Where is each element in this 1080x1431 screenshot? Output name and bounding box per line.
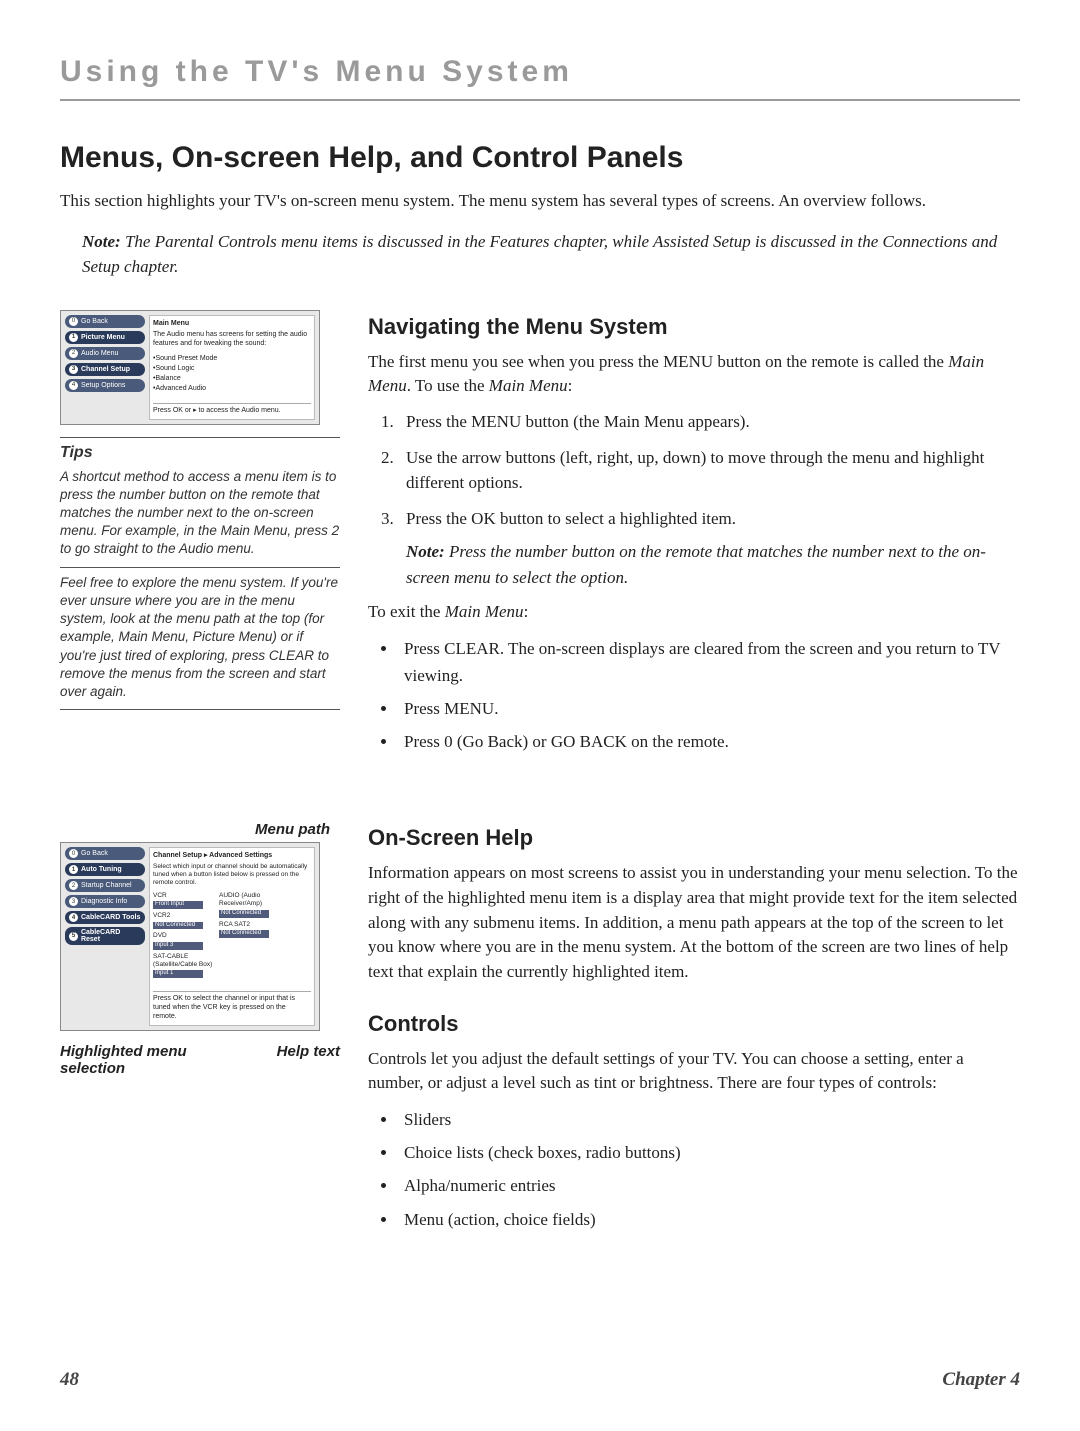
nav-num: 4 xyxy=(69,381,78,390)
controls-body: Controls let you adjust the default sett… xyxy=(368,1047,1020,1096)
nav-num: 5 xyxy=(69,932,78,941)
tv-menu-item: •Balance xyxy=(153,374,311,383)
nav-label: Diagnostic Info xyxy=(81,898,127,905)
top-note: Note: The Parental Controls menu items i… xyxy=(82,229,1020,280)
tv2-value: Not Connected xyxy=(219,930,269,938)
nav-num: 2 xyxy=(69,881,78,890)
tv-menu-desc: The Audio menu has screens for setting t… xyxy=(153,330,311,348)
exit-intro: To exit the Main Menu: xyxy=(368,600,1020,625)
tv-menu-title: Main Menu xyxy=(153,319,311,328)
nav-num: 1 xyxy=(69,333,78,342)
tv-menu-footer: Press OK to select the channel or input … xyxy=(153,991,311,1021)
chapter-header: Using the TV's Menu System xyxy=(60,55,1020,101)
page-title: Menus, On-screen Help, and Control Panel… xyxy=(60,141,1020,175)
steps-list: Press the MENU button (the Main Menu app… xyxy=(398,409,1020,590)
nav-num: 0 xyxy=(69,317,78,326)
annotation-highlighted: Highlighted menu selection xyxy=(60,1043,200,1077)
tv2-label: VCR2 xyxy=(153,912,213,920)
control-type: Choice lists (check boxes, radio buttons… xyxy=(398,1139,1020,1166)
onscreen-help-body: Information appears on most screens to a… xyxy=(368,861,1020,984)
nav-num: 2 xyxy=(69,349,78,358)
tv2-label: AUDIO (Audio Receiver/Amp) xyxy=(219,892,279,909)
nav-label: Startup Channel xyxy=(81,882,132,889)
nav-num: 4 xyxy=(69,913,78,922)
nav-label: Picture Menu xyxy=(81,334,125,341)
step-3: Press the OK button to select a highligh… xyxy=(398,506,1020,591)
tv2-label: RCA SAT2 xyxy=(219,921,279,929)
tv2-value: Front Input xyxy=(153,901,203,909)
onscreen-help-heading: On-Screen Help xyxy=(368,825,1020,851)
nav-label: Go Back xyxy=(81,850,108,857)
nav-num: 1 xyxy=(69,865,78,874)
tv-menu-title: Channel Setup ▸ Advanced Settings xyxy=(153,851,311,860)
nav-label: CableCARD Reset xyxy=(81,929,141,943)
tv-menu-item: •Sound Preset Mode xyxy=(153,354,311,363)
tv2-label: SAT-CABLE (Satellite/Cable Box) xyxy=(153,953,213,970)
nav-label: CableCARD Tools xyxy=(81,914,140,921)
nav-num: 3 xyxy=(69,365,78,374)
nav-label: Auto Tuning xyxy=(81,866,122,873)
note-text: The Parental Controls menu items is disc… xyxy=(82,232,997,277)
annotation-menupath: Menu path xyxy=(60,821,340,838)
tv-menu-screenshot-2: 0Go Back 1Auto Tuning 2Startup Channel 3… xyxy=(60,842,320,1030)
nav-label: Audio Menu xyxy=(81,350,118,357)
tip-text-2: Feel free to explore the menu system. If… xyxy=(60,574,340,702)
tv2-value: Input 1 xyxy=(153,970,203,978)
tv-menu-item: •Sound Logic xyxy=(153,364,311,373)
tv-menu-item: •Advanced Audio xyxy=(153,384,311,393)
page-number: 48 xyxy=(60,1369,79,1391)
step-3-note: Note: Press the number button on the rem… xyxy=(406,539,1020,590)
tv2-value: Not Connected xyxy=(219,910,269,918)
navigating-intro: The first menu you see when you press th… xyxy=(368,350,1020,399)
exit-item: Press MENU. xyxy=(398,695,1020,722)
tv-menu-footer: Press OK or ▸ to access the Audio menu. xyxy=(153,403,311,415)
chapter-label: Chapter 4 xyxy=(942,1369,1020,1391)
note-label: Note: xyxy=(82,232,121,251)
control-type: Menu (action, choice fields) xyxy=(398,1206,1020,1233)
annotation-helptext: Help text xyxy=(277,1043,340,1077)
nav-label: Go Back xyxy=(81,318,108,325)
tv-menu-screenshot-1: 0Go Back 1Picture Menu 2Audio Menu 3Chan… xyxy=(60,310,320,425)
step-2: Use the arrow buttons (left, right, up, … xyxy=(398,445,1020,496)
nav-label: Setup Options xyxy=(81,382,125,389)
tv2-label: VCR xyxy=(153,892,213,900)
tv-menu-desc: Select which input or channel should be … xyxy=(153,863,311,888)
nav-label: Channel Setup xyxy=(81,366,130,373)
page-footer: 48 Chapter 4 xyxy=(60,1369,1020,1391)
intro-paragraph: This section highlights your TV's on-scr… xyxy=(60,189,1020,213)
control-type: Sliders xyxy=(398,1106,1020,1133)
exit-item: Press 0 (Go Back) or GO BACK on the remo… xyxy=(398,728,1020,755)
nav-num: 3 xyxy=(69,897,78,906)
tips-heading: Tips xyxy=(60,444,340,462)
controls-heading: Controls xyxy=(368,1011,1020,1037)
tip-text-1: A shortcut method to access a menu item … xyxy=(60,468,340,559)
tv2-label: DVD xyxy=(153,932,213,940)
tv2-value: Not Connected xyxy=(153,922,203,930)
tv2-value: Input 3 xyxy=(153,942,203,950)
exit-item: Press CLEAR. The on-screen displays are … xyxy=(398,635,1020,689)
step-1: Press the MENU button (the Main Menu app… xyxy=(398,409,1020,435)
exit-list: Press CLEAR. The on-screen displays are … xyxy=(398,635,1020,756)
control-type: Alpha/numeric entries xyxy=(398,1172,1020,1199)
navigating-heading: Navigating the Menu System xyxy=(368,314,1020,340)
controls-list: Sliders Choice lists (check boxes, radio… xyxy=(398,1106,1020,1233)
nav-num: 0 xyxy=(69,849,78,858)
